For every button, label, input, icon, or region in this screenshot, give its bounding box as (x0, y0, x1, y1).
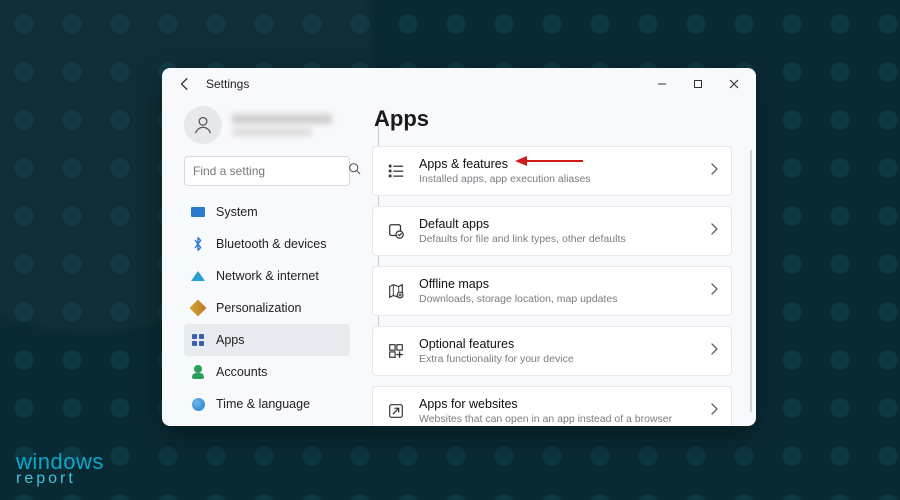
sidebar-item-personalization[interactable]: Personalization (184, 292, 350, 324)
search-box[interactable] (184, 156, 350, 186)
desktop-background: windows report Settings (0, 0, 900, 500)
bluetooth-icon (190, 236, 206, 252)
account-header[interactable] (184, 106, 350, 144)
chevron-right-icon (709, 342, 719, 360)
default-apps-icon (385, 220, 407, 242)
card-optional-features[interactable]: Optional features Extra functionality fo… (372, 326, 732, 376)
card-default-apps[interactable]: Default apps Defaults for file and link … (372, 206, 732, 256)
main-panel: Apps Apps & features Installed apps, app… (362, 100, 756, 426)
sidebar-item-label: Personalization (216, 301, 301, 315)
back-arrow-icon (178, 77, 192, 91)
card-title: Offline maps (419, 277, 709, 291)
card-subtitle: Installed apps, app execution aliases (419, 173, 709, 185)
accounts-icon (190, 364, 206, 380)
card-apps-features[interactable]: Apps & features Installed apps, app exec… (372, 146, 732, 196)
chevron-right-icon (709, 162, 719, 180)
nav-list: System Bluetooth & devices Network & int… (184, 196, 350, 414)
close-icon (729, 79, 739, 89)
wifi-icon (190, 268, 206, 284)
card-subtitle: Defaults for file and link types, other … (419, 233, 709, 245)
sidebar-item-accounts[interactable]: Accounts (184, 356, 350, 388)
account-name-blurred (232, 114, 332, 136)
sidebar-item-label: Network & internet (216, 269, 319, 283)
system-icon (190, 204, 206, 220)
watermark-line1: windows (16, 452, 104, 472)
avatar (184, 106, 222, 144)
maximize-icon (693, 79, 703, 89)
minimize-icon (657, 79, 667, 89)
window-title: Settings (206, 77, 249, 91)
sidebar-item-label: Accounts (216, 365, 267, 379)
minimize-button[interactable] (644, 70, 680, 98)
card-subtitle: Websites that can open in an app instead… (419, 413, 709, 425)
card-offline-maps[interactable]: Offline maps Downloads, storage location… (372, 266, 732, 316)
card-subtitle: Downloads, storage location, map updates (419, 293, 709, 305)
sidebar-item-bluetooth[interactable]: Bluetooth & devices (184, 228, 350, 260)
chevron-right-icon (709, 402, 719, 420)
apps-websites-icon (385, 400, 407, 422)
close-button[interactable] (716, 70, 752, 98)
search-input[interactable] (193, 164, 348, 178)
sidebar-item-network[interactable]: Network & internet (184, 260, 350, 292)
maximize-button[interactable] (680, 70, 716, 98)
sidebar-item-label: Apps (216, 333, 245, 347)
apps-icon (190, 332, 206, 348)
back-button[interactable] (172, 71, 198, 97)
card-subtitle: Extra functionality for your device (419, 353, 709, 365)
globe-icon (190, 396, 206, 412)
sidebar-item-time-language[interactable]: Time & language (184, 388, 350, 414)
offline-maps-icon (385, 280, 407, 302)
scrollbar[interactable] (750, 150, 752, 412)
chevron-right-icon (709, 222, 719, 240)
card-apps-websites[interactable]: Apps for websites Websites that can open… (372, 386, 732, 426)
search-icon (348, 162, 361, 180)
sidebar-item-apps[interactable]: Apps (184, 324, 350, 356)
person-icon (192, 114, 214, 136)
optional-features-icon (385, 340, 407, 362)
sidebar-item-label: Bluetooth & devices (216, 237, 327, 251)
watermark: windows report (16, 452, 104, 486)
card-title: Default apps (419, 217, 709, 231)
card-title: Apps for websites (419, 397, 709, 411)
settings-window: Settings (162, 68, 756, 426)
card-title: Optional features (419, 337, 709, 351)
chevron-right-icon (709, 282, 719, 300)
personalization-icon (190, 300, 206, 316)
apps-features-icon (385, 160, 407, 182)
card-title: Apps & features (419, 157, 709, 171)
window-controls (644, 70, 752, 98)
sidebar-item-system[interactable]: System (184, 196, 350, 228)
side-panel: System Bluetooth & devices Network & int… (162, 100, 362, 426)
sidebar-item-label: System (216, 205, 258, 219)
page-title: Apps (374, 106, 732, 132)
sidebar-item-label: Time & language (216, 397, 310, 411)
titlebar: Settings (162, 68, 756, 100)
